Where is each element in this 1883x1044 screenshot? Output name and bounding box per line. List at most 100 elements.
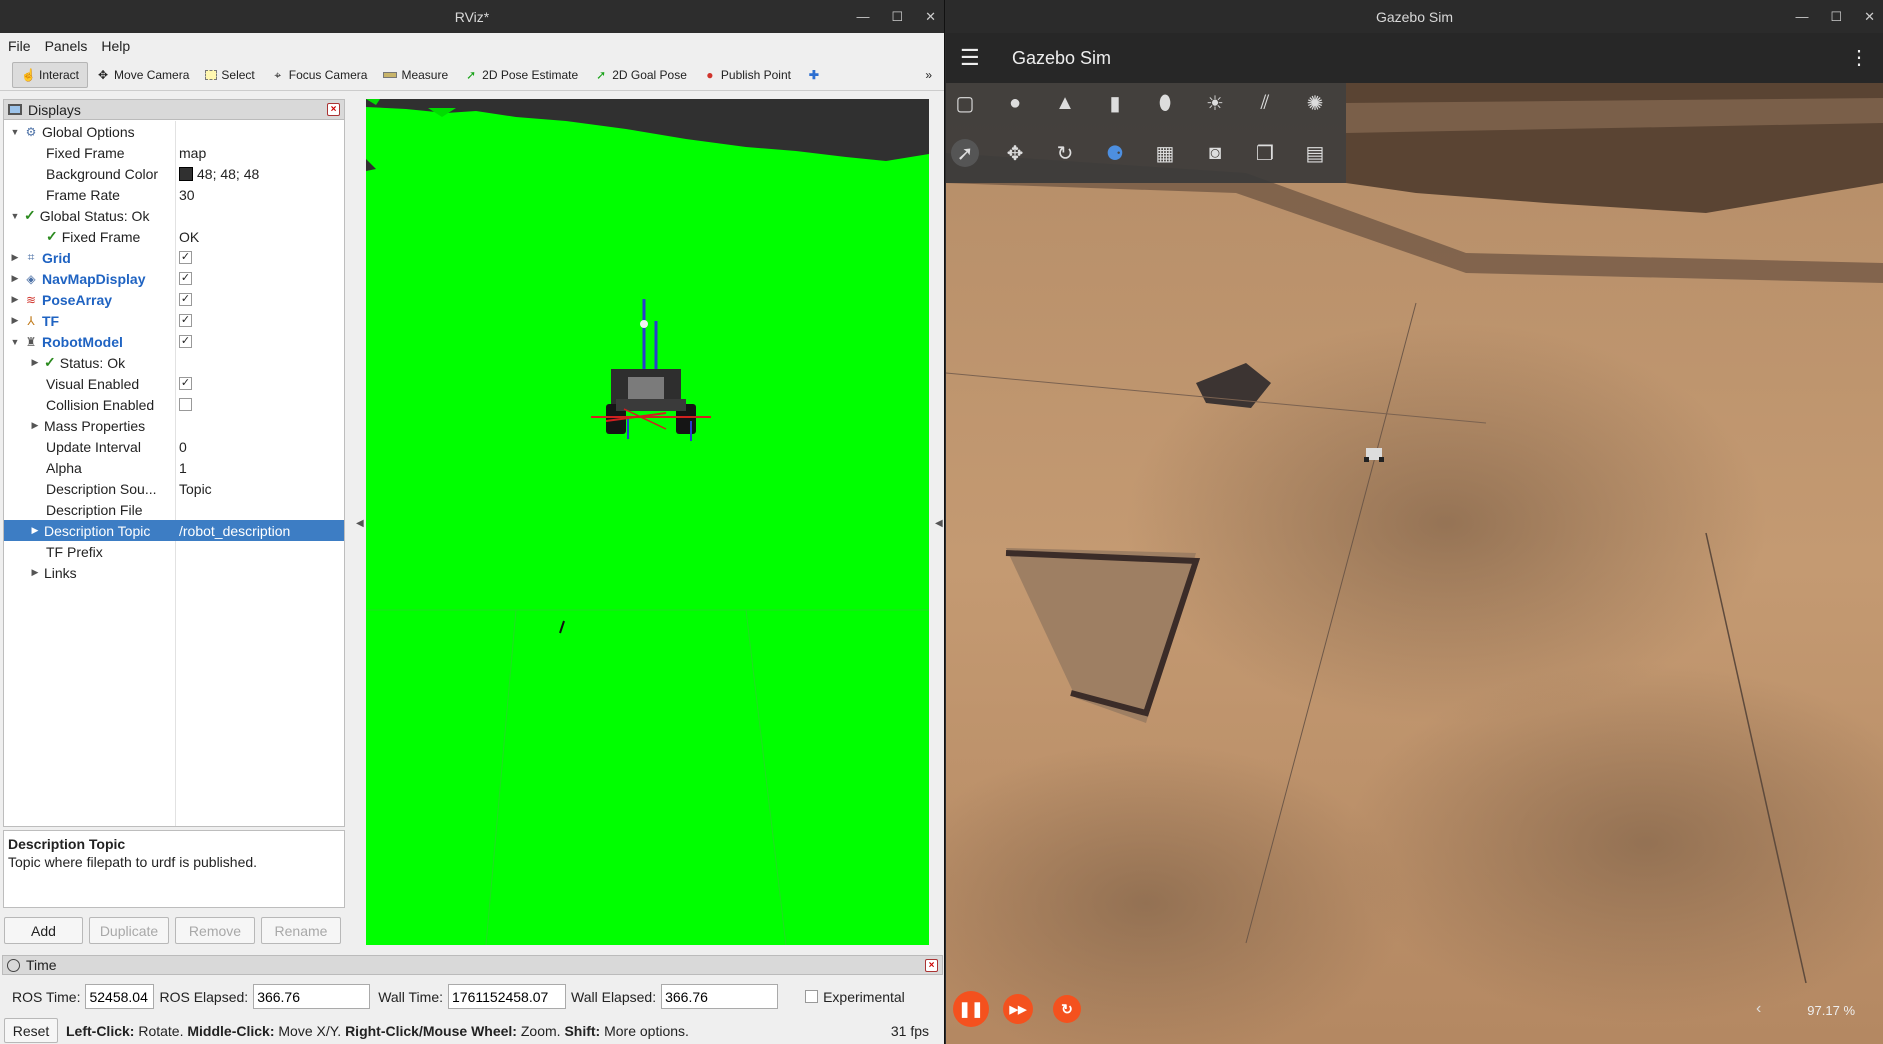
- chevron-down-icon[interactable]: ▼: [10, 211, 20, 221]
- reset-button[interactable]: Reset: [4, 1018, 58, 1043]
- collapse-stats-icon[interactable]: ‹: [1756, 1000, 1761, 1018]
- menu-file[interactable]: File: [8, 38, 31, 54]
- collision-enabled-checkbox[interactable]: [179, 398, 192, 411]
- transform-control-icon[interactable]: ⚈: [1101, 139, 1129, 167]
- tree-row-fixed-frame[interactable]: Fixed Frame map: [4, 142, 344, 163]
- tree-row-frame-rate[interactable]: Frame Rate 30: [4, 184, 344, 205]
- measure-tool[interactable]: Measure: [375, 62, 456, 88]
- color-swatch[interactable]: [179, 166, 193, 181]
- collapse-right-icon[interactable]: ◀: [935, 518, 943, 529]
- chevron-right-icon[interactable]: ▶: [30, 567, 40, 578]
- wall-elapsed-field[interactable]: [661, 984, 779, 1009]
- tree-row-links[interactable]: ▶ Links: [4, 562, 344, 583]
- paste-icon[interactable]: ▤: [1301, 139, 1329, 167]
- ros-elapsed-field[interactable]: [253, 984, 371, 1009]
- tree-row-grid[interactable]: ▶ ⌗ Grid ✓: [4, 247, 344, 268]
- reset-sim-icon[interactable]: ↻: [1053, 995, 1081, 1023]
- grid-snap-icon[interactable]: ▦: [1151, 139, 1179, 167]
- chevron-down-icon[interactable]: ▼: [10, 127, 20, 137]
- visual-enabled-checkbox[interactable]: ✓: [179, 377, 192, 390]
- tree-row-tf[interactable]: ▶ ⅄ TF ✓: [4, 310, 344, 331]
- kebab-menu-icon[interactable]: ⋮: [1849, 45, 1869, 70]
- close-icon[interactable]: ×: [327, 103, 340, 116]
- chevron-right-icon[interactable]: ▶: [10, 315, 20, 326]
- displays-title: Displays: [28, 101, 81, 118]
- spot-light-icon[interactable]: ✺: [1301, 89, 1329, 117]
- fixed-frame-value[interactable]: map: [179, 145, 206, 161]
- duplicate-button[interactable]: Duplicate: [89, 917, 169, 944]
- fast-forward-icon[interactable]: ▶▶: [1003, 994, 1033, 1024]
- box-shape-icon[interactable]: ▢: [951, 89, 979, 117]
- navmap-enabled-checkbox[interactable]: ✓: [179, 272, 192, 285]
- tree-row-posearray[interactable]: ▶ ≋ PoseArray ✓: [4, 289, 344, 310]
- interact-tool[interactable]: ☝ Interact: [12, 61, 89, 88]
- camera-screenshot-icon[interactable]: ◙: [1201, 139, 1229, 167]
- tree-row-visual-enabled[interactable]: Visual Enabled ✓: [4, 373, 344, 394]
- experimental-checkbox[interactable]: [805, 990, 819, 1003]
- goal-pose-tool[interactable]: ➚ 2D Goal Pose: [586, 62, 695, 88]
- close-icon[interactable]: ✕: [1864, 9, 1875, 25]
- capsule-shape-icon[interactable]: ⬮: [1151, 89, 1179, 117]
- hamburger-menu-icon[interactable]: ☰: [960, 45, 980, 71]
- translate-mode-icon[interactable]: ✥: [1001, 139, 1029, 167]
- tree-row-global-status[interactable]: ▼ ✓ Global Status: Ok: [4, 205, 344, 226]
- minimize-icon[interactable]: —: [856, 9, 869, 24]
- rotate-mode-icon[interactable]: ↻: [1051, 139, 1079, 167]
- tree-row-navmap[interactable]: ▶ ◈ NavMapDisplay ✓: [4, 268, 344, 289]
- pose-estimate-tool[interactable]: ➚ 2D Pose Estimate: [456, 62, 586, 88]
- menu-panels[interactable]: Panels: [45, 38, 88, 54]
- tree-row-description-source[interactable]: Description Sou... Topic: [4, 478, 344, 499]
- pause-icon[interactable]: ❚❚: [953, 991, 989, 1027]
- chevron-down-icon[interactable]: ▼: [10, 337, 20, 347]
- menu-help[interactable]: Help: [101, 38, 130, 54]
- tree-row-description-file[interactable]: Description File: [4, 499, 344, 520]
- sphere-shape-icon[interactable]: ●: [1001, 89, 1029, 117]
- chevron-right-icon[interactable]: ▶: [30, 420, 40, 431]
- tree-row-robotmodel[interactable]: ▼ ♜ RobotModel ✓: [4, 331, 344, 352]
- tree-row-alpha[interactable]: Alpha 1: [4, 457, 344, 478]
- minimize-icon[interactable]: —: [1795, 9, 1808, 24]
- tree-row-collision-enabled[interactable]: Collision Enabled: [4, 394, 344, 415]
- ros-time-field[interactable]: [85, 984, 155, 1009]
- chevron-right-icon[interactable]: ▶: [10, 273, 20, 284]
- publish-point-tool[interactable]: ● Publish Point: [695, 62, 799, 88]
- sun-light-icon[interactable]: ☀: [1201, 89, 1229, 117]
- tree-row-robot-status[interactable]: ▶ ✓ Status: Ok: [4, 352, 344, 373]
- tree-row-update-interval[interactable]: Update Interval 0: [4, 436, 344, 457]
- tree-row-tf-prefix[interactable]: TF Prefix: [4, 541, 344, 562]
- posearray-enabled-checkbox[interactable]: ✓: [179, 293, 192, 306]
- robotmodel-enabled-checkbox[interactable]: ✓: [179, 335, 192, 348]
- tf-enabled-checkbox[interactable]: ✓: [179, 314, 192, 327]
- tree-row-status-fixed-frame[interactable]: ✓ Fixed Frame OK: [4, 226, 344, 247]
- rename-button[interactable]: Rename: [261, 917, 341, 944]
- gazebo-3d-scene[interactable]: [946, 83, 1883, 1044]
- copy-icon[interactable]: ❐: [1251, 139, 1279, 167]
- cylinder-shape-icon[interactable]: ▮: [1101, 89, 1129, 117]
- chevron-right-icon[interactable]: ▶: [10, 294, 20, 305]
- tree-row-global-options[interactable]: ▼ ⚙ Global Options: [4, 121, 344, 142]
- chevron-right-icon[interactable]: ▶: [30, 357, 40, 368]
- rviz-3d-viewport[interactable]: [366, 99, 929, 945]
- focus-camera-tool[interactable]: ⌖ Focus Camera: [263, 62, 376, 88]
- select-tool[interactable]: Select: [197, 62, 262, 88]
- toolbar-overflow[interactable]: »: [917, 62, 940, 88]
- move-camera-tool[interactable]: ✥ Move Camera: [88, 62, 197, 88]
- tree-row-description-topic[interactable]: ▶ Description Topic /robot_description: [4, 520, 344, 541]
- tree-row-background-color[interactable]: Background Color 48; 48; 48: [4, 163, 344, 184]
- maximize-icon[interactable]: ☐: [891, 9, 903, 25]
- tree-row-mass-properties[interactable]: ▶ Mass Properties: [4, 415, 344, 436]
- wall-time-field[interactable]: [448, 984, 567, 1009]
- collapse-left-icon[interactable]: ◀: [356, 518, 364, 529]
- add-button[interactable]: Add: [4, 917, 83, 944]
- close-icon[interactable]: ✕: [925, 9, 936, 25]
- select-mode-icon[interactable]: ➚: [951, 139, 979, 167]
- chevron-right-icon[interactable]: ▶: [10, 252, 20, 263]
- close-icon[interactable]: ×: [925, 959, 938, 972]
- cone-shape-icon[interactable]: ▲: [1051, 89, 1079, 117]
- remove-button[interactable]: Remove: [175, 917, 255, 944]
- add-tool-button[interactable]: ✚: [799, 62, 829, 88]
- directional-light-icon[interactable]: ⫽: [1251, 89, 1279, 117]
- grid-enabled-checkbox[interactable]: ✓: [179, 251, 192, 264]
- chevron-right-icon[interactable]: ▶: [30, 525, 40, 536]
- maximize-icon[interactable]: ☐: [1830, 9, 1842, 25]
